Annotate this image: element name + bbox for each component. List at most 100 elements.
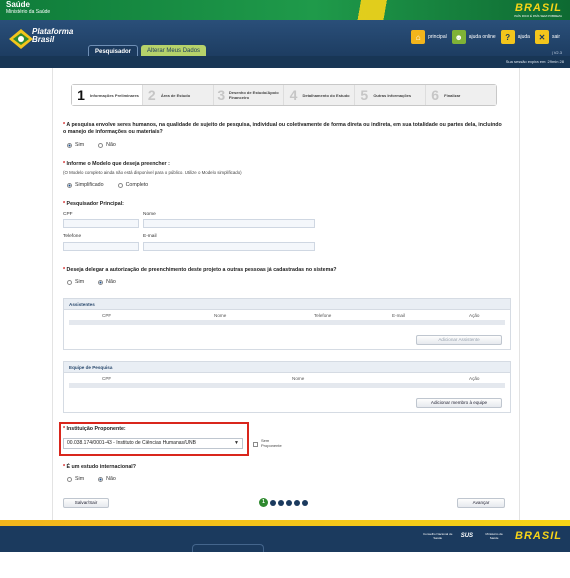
question-model: * Informe o Modelo que deseja preencher … [63,161,170,167]
radio-button[interactable] [98,142,104,148]
ministry-subtitle: Ministério da Saúde [6,9,51,15]
ministerio-logo: Ministério da Saúde [485,532,503,540]
step-number: 1 [77,87,85,103]
help-icon[interactable]: ? [500,30,515,44]
plataforma-brasil-logo-icon [9,29,33,49]
radio-label: Não [106,279,116,285]
radio-label: Completo [125,182,149,188]
wizard-steps: 1 Informações Preliminares 2 Área de Est… [71,84,497,106]
researcher-cpf-field [63,219,139,228]
researcher-email-field [143,242,315,251]
institution-select[interactable]: 00.038.174/0001-43 - Instituto de Ciênci… [63,438,243,449]
principal-link[interactable]: principal [428,34,447,40]
step-label: Detalhamento do Estudo [302,92,350,98]
close-icon[interactable]: ✕ [534,30,549,44]
wizard-step-5[interactable]: 5 Outras Informações [355,85,427,105]
add-team-member-button[interactable]: Adicionar membro à equipe [416,398,502,408]
question-text: A pesquisa envolve seres humanos, na qua… [63,122,502,135]
model-options: Simplificado Completo [67,182,148,188]
brasil-tagline: PAÍS RICO É PAÍS SEM POBREZA [514,14,562,18]
sus-logo: SUS [460,533,474,539]
page-dot[interactable] [270,499,276,506]
column-header: Nome [214,313,227,318]
step-number: 4 [289,87,298,103]
step-label: Informações Preliminares [90,92,139,98]
panel-title: Assistentes [64,299,510,310]
page-dot[interactable] [294,499,300,506]
page-dot[interactable] [286,499,292,506]
session-bar: Sua sessão expira em: 29min 28 [0,56,570,68]
radio-yes[interactable]: Sim [67,279,84,285]
email-label: E-mail [143,234,157,239]
phone-label: Telefone [63,234,82,239]
chevron-down-icon: ▼ [234,440,239,446]
add-assistant-button[interactable]: Adicionar Assistente [416,335,502,345]
online-help-link[interactable]: ajuda online [469,34,496,40]
question-text: Deseja delegar a autorização de preenchi… [66,267,337,273]
wizard-step-6[interactable]: 6 Finalizar [426,85,496,105]
form-content: 1 Informações Preliminares 2 Área de Est… [52,68,520,523]
column-header: CPF [102,313,112,318]
question-text: Informe o Modelo que deseja preencher : [66,161,170,167]
footer-logos: Conselho Nacional de Saúde SUS Ministéri… [423,530,562,542]
radio-yes[interactable]: Sim [67,142,84,148]
research-team-panel: Equipe de Pesquisa CPF Nome Ação Adicion… [63,361,511,413]
radio-label: Não [106,142,116,148]
radio-label: Sim [75,279,85,285]
step-label: Outras Informações [373,92,412,98]
government-top-bar: Saúde Ministério da Saúde BRASIL PAÍS RI… [0,0,570,20]
step-number: 6 [431,87,440,103]
header-actions: ⌂ principal ☻ ajuda online ? ajuda ✕ sai… [411,30,562,44]
page-dot[interactable] [278,499,284,506]
page-indicator: 1 [259,498,308,507]
page-bottom [0,552,570,578]
radio-yes[interactable]: Sim [67,476,84,482]
wizard-step-1[interactable]: 1 Informações Preliminares [72,85,143,105]
next-button[interactable]: Avançar [457,498,505,508]
column-header: CPF [102,376,112,381]
online-help-icon[interactable]: ☻ [451,30,466,44]
exit-link[interactable]: sair [552,34,560,40]
name-label: Nome [143,212,156,217]
session-timer: Sua sessão expira em: 29min 28 [505,59,564,64]
selected-value: 00.038.174/0001-43 - Instituto de Ciênci… [67,440,196,446]
wizard-step-3[interactable]: 3 Desenho de Estudo/Apoio Financeiro [213,85,285,105]
page-dot-current[interactable]: 1 [259,498,268,507]
footer-tab [192,544,264,552]
delegate-options: Sim Não [67,279,116,285]
cpf-label: CPF [63,212,73,217]
radio-no[interactable]: Não [98,476,116,482]
radio-button[interactable] [67,476,72,482]
column-header: Ação [469,376,480,381]
column-header: Telefone [314,313,332,318]
radio-button[interactable] [67,142,72,148]
question-delegate: * Deseja delegar a autorização de preenc… [63,267,337,273]
radio-button[interactable] [98,279,104,285]
principal-researcher-title: * Pesquisador Principal: [63,201,124,207]
step-label: Finalizar [444,92,461,98]
app-name: Plataforma Brasil [32,28,73,44]
radio-button[interactable] [98,476,104,482]
home-icon[interactable]: ⌂ [411,30,426,44]
radio-button[interactable] [67,182,72,188]
table-header: CPF Nome Telefone E-mail Ação [64,310,510,320]
radio-label: Sim [75,476,85,482]
without-proponent-label: Sem Proponente [261,438,282,448]
radio-no[interactable]: Não [98,142,116,148]
radio-button[interactable] [117,182,123,188]
question-international: * É um estudo internacional? [63,464,137,470]
radio-simplified[interactable]: Simplificado [67,182,104,188]
model-note: (O Modelo completo ainda não está dispon… [63,170,242,175]
wizard-step-2[interactable]: 2 Área de Estudo [142,85,214,105]
without-proponent-checkbox[interactable] [253,442,258,447]
question-text: É um estudo internacional? [66,464,137,470]
radio-button[interactable] [67,279,72,285]
help-link[interactable]: ajuda [518,34,530,40]
radio-no[interactable]: Não [98,279,116,285]
wizard-step-4[interactable]: 4 Detalhamento do Estudo [284,85,356,105]
page-dot[interactable] [302,499,308,506]
ministry-label: Saúde Ministério da Saúde [6,1,50,15]
radio-complete[interactable]: Completo [117,182,149,188]
save-exit-button[interactable]: Salvar/Sair [63,498,109,508]
column-header: Nome [292,376,305,381]
